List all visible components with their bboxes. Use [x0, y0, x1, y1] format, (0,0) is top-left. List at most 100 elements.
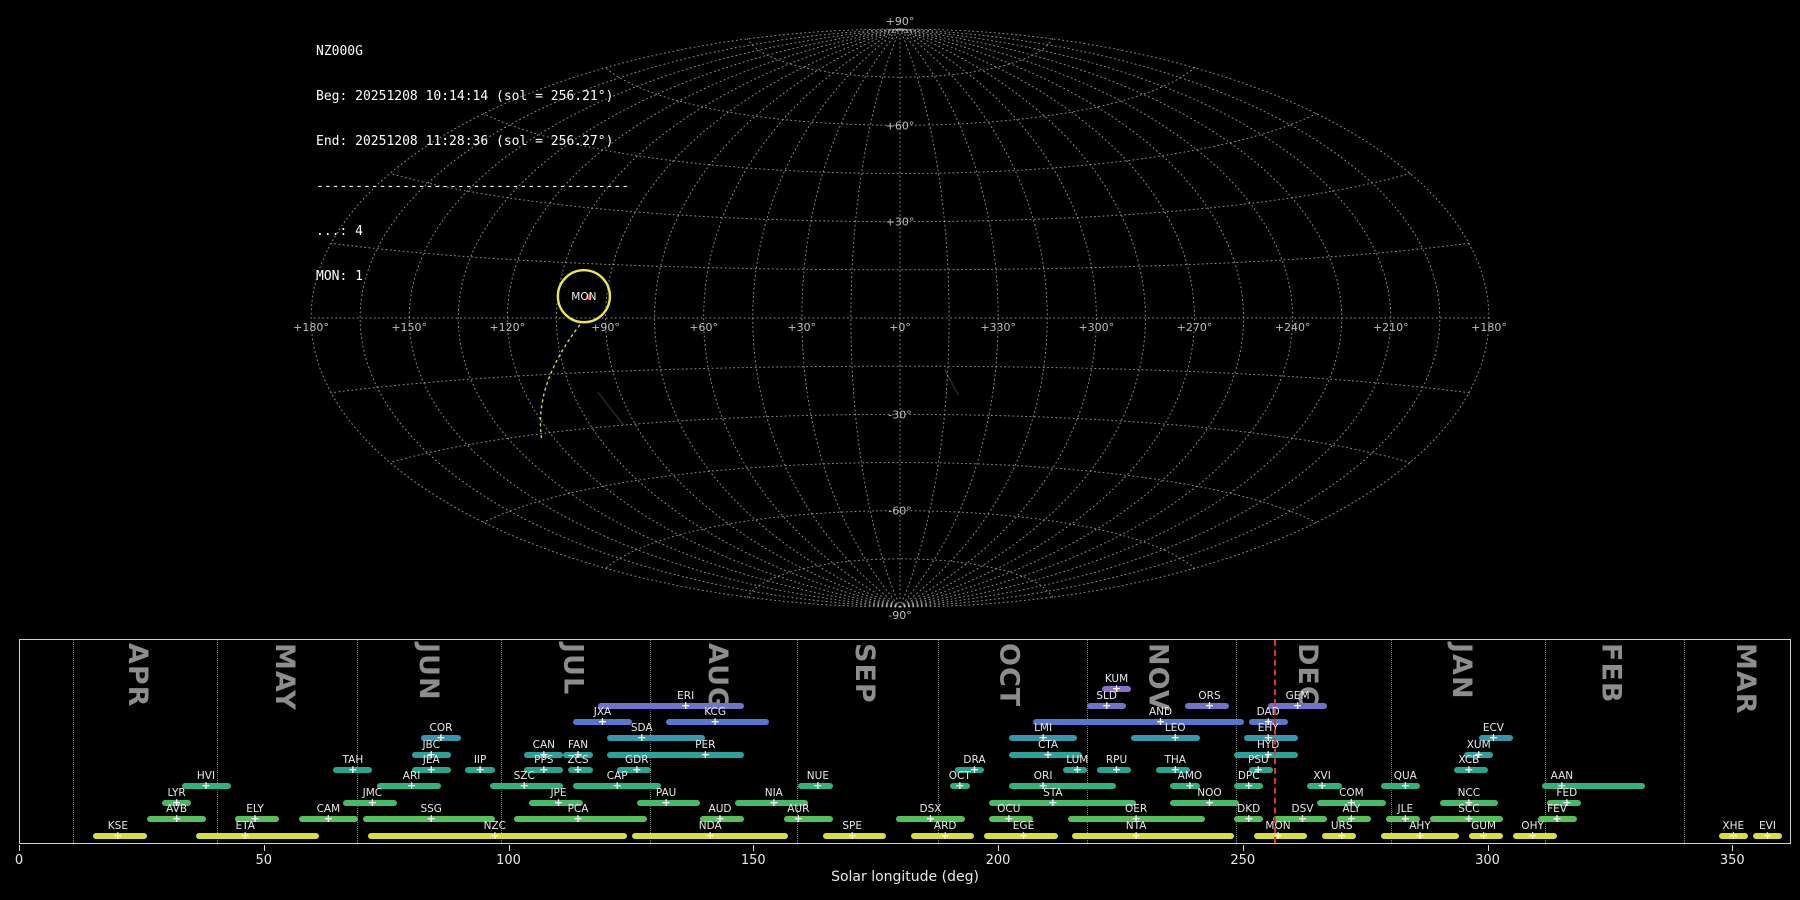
shower-bar-sda: [607, 735, 706, 741]
peak-marker-pca: +: [573, 812, 583, 825]
shower-bar-and: [1033, 719, 1244, 725]
map-meridian: [899, 28, 1146, 608]
peak-marker-jxa: +: [597, 715, 608, 728]
x-axis-label: Solar longitude (deg): [831, 869, 979, 885]
map-lon-label: +0°: [889, 321, 911, 334]
map-meridian: [359, 28, 901, 608]
x-tick: [1242, 845, 1244, 851]
peak-marker-rpu: +: [1111, 763, 1122, 776]
peak-marker-noo: +: [1204, 796, 1215, 809]
x-tick: [1732, 845, 1734, 851]
peak-marker-nue: +: [813, 779, 823, 792]
peak-marker-evi: +: [1762, 829, 1773, 842]
peak-marker-gdr: +: [632, 763, 642, 776]
x-tick-label: 50: [255, 853, 273, 868]
month-label-mar: MAR: [1730, 643, 1761, 715]
peak-marker-xvi: +: [1317, 779, 1327, 792]
month-boundary-line: [1684, 640, 1686, 843]
x-tick: [508, 845, 510, 851]
month-boundary-line: [501, 640, 503, 843]
peak-marker-eri: +: [681, 699, 691, 712]
x-tick-label: 300: [1475, 853, 1500, 868]
month-label-oct: OCT: [993, 643, 1025, 708]
map-parallel: [330, 242, 1470, 271]
peak-marker-per: +: [700, 748, 710, 761]
map-parallel: [747, 558, 1053, 598]
peak-marker-nia: +: [769, 796, 779, 809]
map-meridian: [899, 28, 1048, 608]
map-lat-label: -30°: [888, 408, 911, 421]
peak-marker-ohy: +: [1527, 829, 1538, 842]
month-boundary-line: [217, 640, 219, 843]
shower-bar-eta: [196, 833, 319, 839]
current-sol-line: [1274, 640, 1277, 843]
map-meridian: [506, 28, 901, 608]
peak-marker-ard: +: [940, 829, 950, 842]
map-lat-label: +60°: [886, 119, 915, 132]
shower-bar-aur: [783, 816, 833, 822]
faint-meteor-trail: [944, 369, 960, 396]
map-lon-label: +150°: [391, 321, 427, 334]
sky-map: +180° +150° +120° +90° +60° +30° +0° +330° +300°…: [293, 15, 1507, 622]
month-label-nov: NOV: [1142, 643, 1174, 712]
map-parallel: [747, 38, 1053, 78]
peak-marker-szc: +: [519, 779, 529, 792]
peak-marker-hvi: +: [201, 779, 211, 792]
map-lon-label: +240°: [1275, 321, 1311, 334]
month-label-feb: FEB: [1595, 643, 1627, 704]
month-label-jul: JUL: [557, 643, 589, 696]
map-meridian: [850, 28, 901, 608]
shower-bar-ori: [1008, 783, 1117, 789]
peak-marker-qua: +: [1400, 779, 1410, 792]
peak-marker-sta: +: [1048, 796, 1058, 809]
peak-marker-dsv: +: [1297, 812, 1308, 825]
map-lon-label: +30°: [787, 321, 816, 334]
x-tick: [19, 845, 20, 851]
map-lat-label: +90°: [886, 15, 915, 28]
peak-marker-dpc: +: [1244, 779, 1254, 792]
peak-marker-ari: +: [406, 779, 417, 792]
map-lat-label: -60°: [888, 505, 911, 518]
map-lon-label: +210°: [1373, 321, 1409, 334]
peak-marker-dra: +: [969, 763, 980, 776]
month-label-sep: SEP: [848, 643, 880, 704]
peak-marker-lum: +: [1072, 763, 1082, 776]
peak-marker-urs: +: [1337, 829, 1347, 842]
peak-marker-xhe: +: [1728, 829, 1738, 842]
peak-marker-xcb: +: [1464, 763, 1474, 776]
peak-marker-oct: +: [955, 779, 965, 792]
faint-meteor-trail: [597, 391, 625, 426]
map-lon-label: +180°: [1471, 321, 1507, 334]
x-tick: [998, 845, 999, 851]
map-meridian: [899, 28, 1343, 608]
x-tick-label: 250: [1230, 853, 1256, 868]
map-lon-label: +90°: [591, 321, 620, 334]
month-boundary-line: [1087, 640, 1089, 843]
month-label-jun: JUN: [413, 643, 445, 701]
month-label-may: MAY: [268, 643, 300, 711]
x-tick-label: 200: [985, 853, 1011, 868]
x-tick: [1487, 845, 1489, 851]
timeline-chart: APR MAY JUN JUL AUG SEP OCT NOV DEC JAN FEB MAR KUM +…: [19, 639, 1791, 844]
peak-marker-cap: +: [612, 779, 622, 792]
peak-marker-pau: +: [661, 796, 671, 809]
map-lon-label: +60°: [689, 321, 718, 334]
map-lon-label: +270°: [1177, 321, 1213, 334]
peak-marker-sda: +: [637, 731, 647, 744]
peak-marker-eta: +: [240, 829, 250, 842]
shower-bar-nta: [1072, 833, 1234, 839]
peak-marker-fev: +: [1552, 812, 1562, 825]
month-boundary-line: [1390, 640, 1392, 843]
peak-marker-iip: +: [475, 763, 485, 776]
map-meridian: [310, 28, 901, 608]
month-label-aug: AUG: [702, 643, 733, 711]
peak-marker-kcg: +: [710, 715, 720, 728]
peak-marker-kse: +: [113, 829, 123, 842]
peak-marker-nta: +: [1131, 829, 1141, 842]
peak-marker-cam: +: [323, 812, 333, 825]
peak-marker-ors: +: [1204, 699, 1215, 712]
map-lat-label: -90°: [888, 609, 911, 622]
peak-marker-spe: +: [847, 829, 857, 842]
peak-marker-leo: +: [1170, 731, 1180, 744]
peak-marker-gum: +: [1478, 829, 1489, 842]
